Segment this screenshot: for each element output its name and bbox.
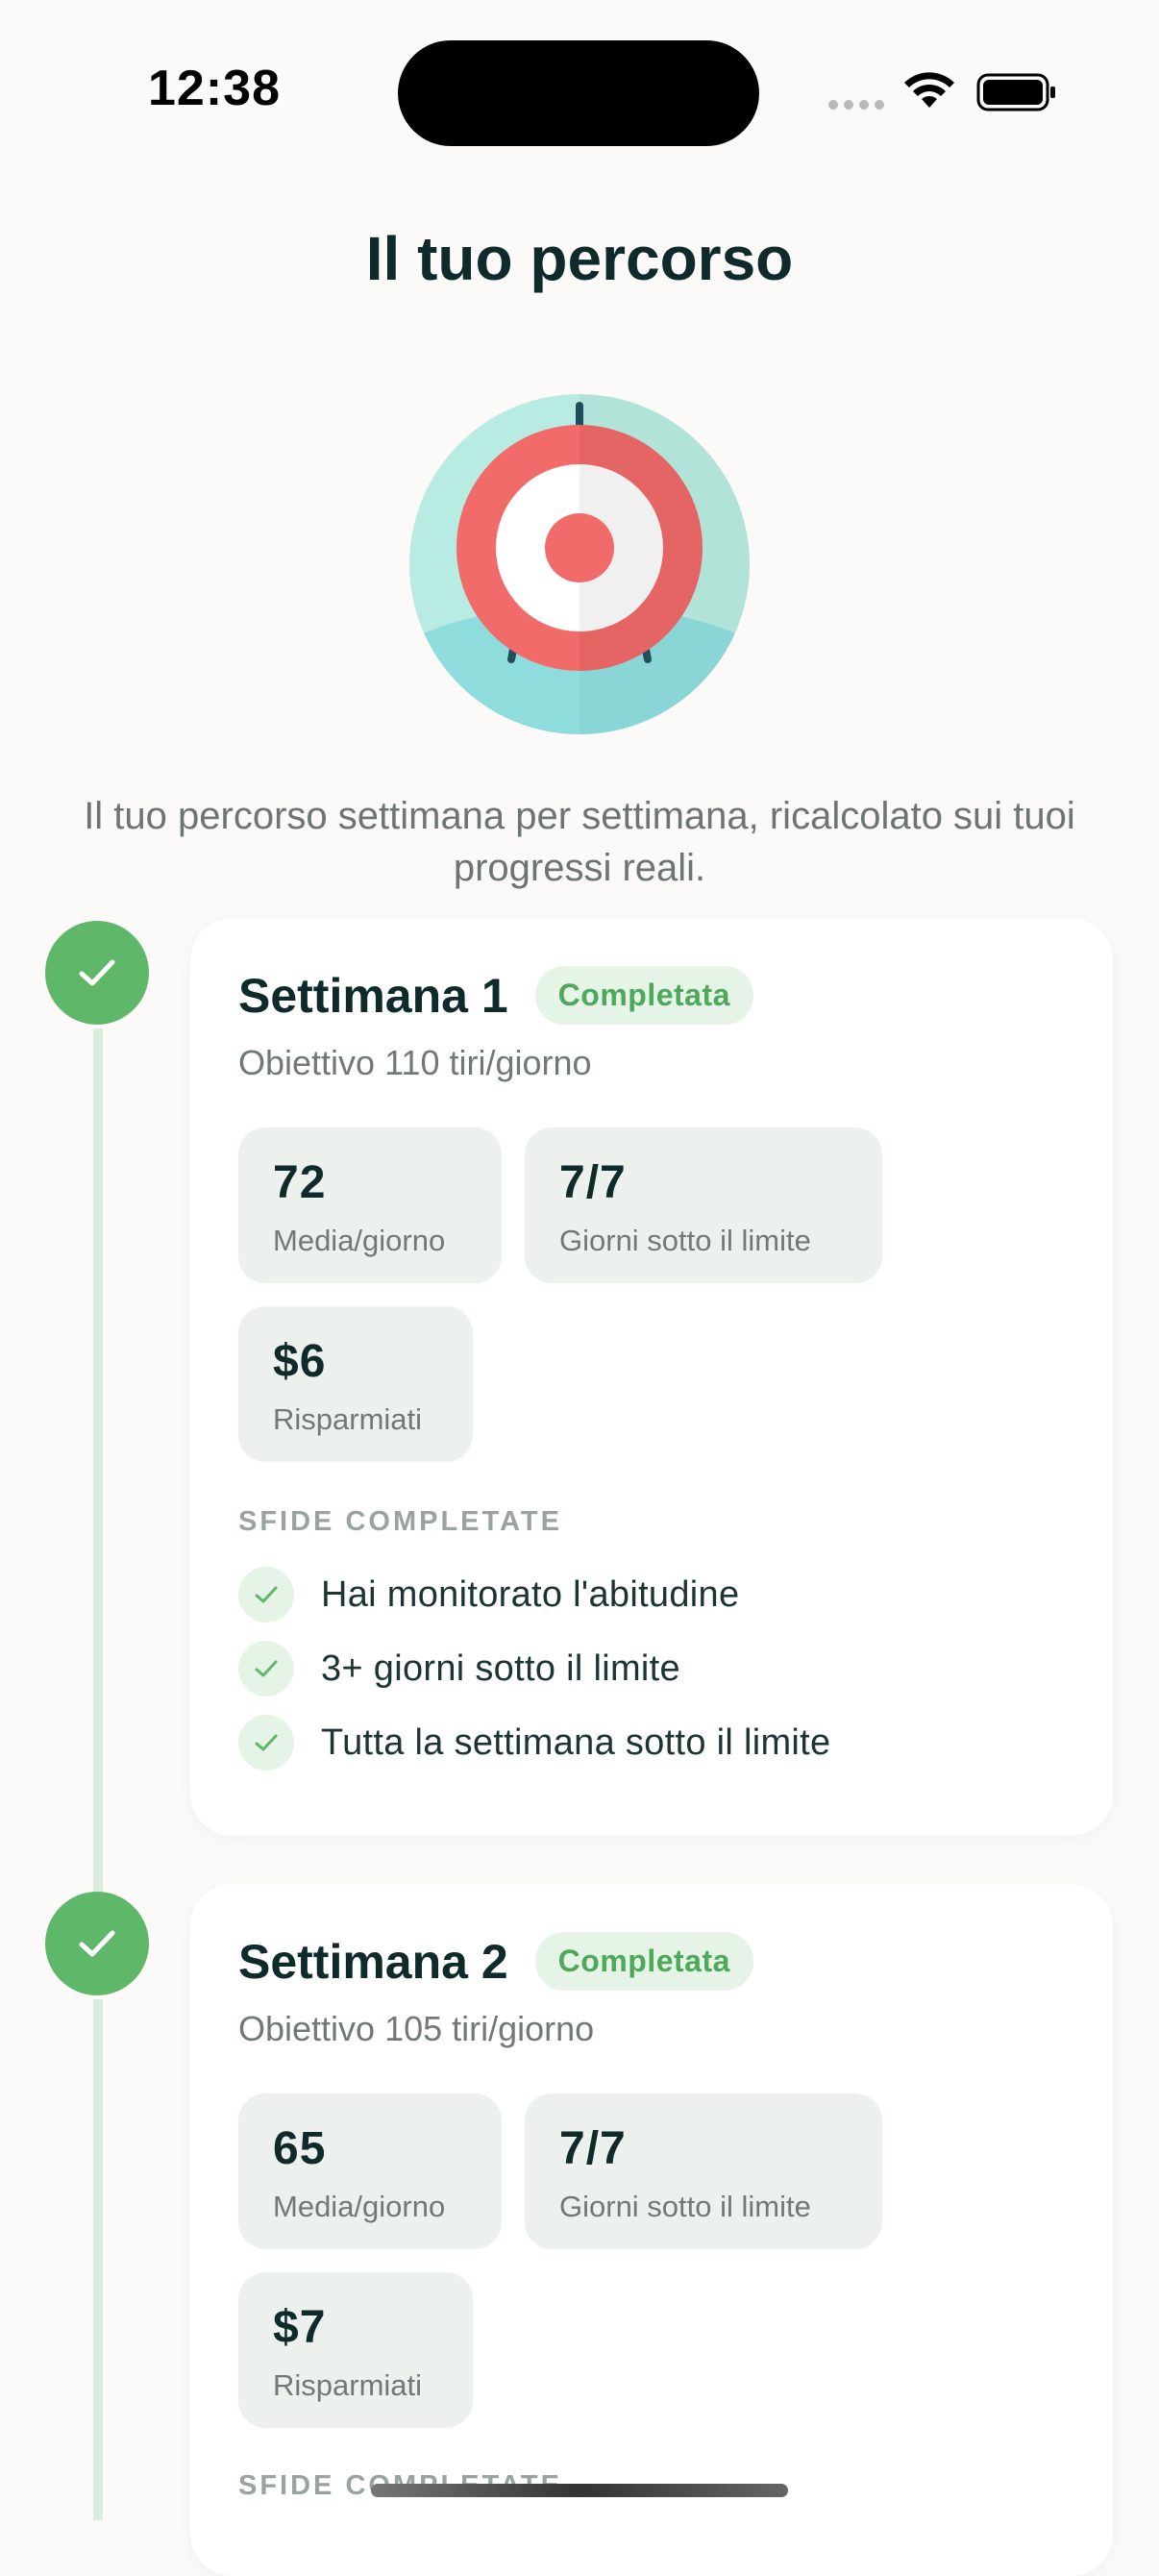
target-icon [409, 394, 750, 734]
challenge-item: 3+ giorni sotto il limite [238, 1641, 680, 1697]
stat-label: Giorni sotto il limite [559, 2190, 811, 2223]
intro-text: Il tuo percorso settimana per settimana,… [84, 795, 1075, 889]
check-icon [79, 1930, 115, 1957]
check-icon [79, 959, 115, 986]
week-card[interactable]: Settimana 1 Completata Obiettivo 110 tir… [190, 918, 1113, 1836]
section-label: SFIDE COMPLETATE [238, 1506, 562, 1537]
stat-days-under-limit: 7/7 Giorni sotto il limite [525, 2093, 882, 2249]
week-title: Settimana 2 [238, 1934, 508, 1989]
status-badge: Completata [534, 1932, 753, 1991]
stat-saved: $7 Risparmiati [238, 2272, 473, 2428]
stat-saved: $6 Risparmiati [238, 1306, 473, 1462]
stat-value: 7/7 [559, 2123, 627, 2174]
stat-label: Media/giorno [273, 1224, 446, 1257]
stat-days-under-limit: 7/7 Giorni sotto il limite [525, 1127, 882, 1283]
week-2-complete-node [45, 1892, 149, 1995]
home-indicator[interactable] [371, 2484, 788, 2497]
check-icon [238, 1715, 294, 1771]
week-goal: Obiettivo 110 tiri/giorno [238, 1043, 592, 1082]
stat-label: Risparmiati [273, 1402, 423, 1436]
stat-value: 7/7 [559, 1157, 627, 1208]
challenge-item: Tutta la settimana sotto il limite [238, 1715, 830, 1771]
timeline-line [93, 1028, 103, 1894]
week-card[interactable]: Settimana 2 Completata Obiettivo 105 tir… [190, 1884, 1113, 2576]
wifi-icon [904, 72, 954, 108]
stat-value: 72 [273, 1157, 327, 1208]
dynamic-island [398, 40, 759, 146]
week-goal: Obiettivo 105 tiri/giorno [238, 2009, 595, 2048]
challenge-item: Hai monitorato l'abitudine [238, 1567, 739, 1622]
check-icon [238, 1567, 294, 1622]
battery-icon [976, 73, 1055, 111]
cellular-signal-icon [828, 100, 884, 110]
status-badge: Completata [534, 966, 753, 1025]
stat-label: Media/giorno [273, 2190, 446, 2223]
challenge-text: 3+ giorni sotto il limite [321, 1647, 680, 1689]
timeline-line [93, 1999, 103, 2520]
stat-average: 65 Media/giorno [238, 2093, 502, 2249]
challenge-text: Tutta la settimana sotto il limite [321, 1721, 831, 1763]
week-title: Settimana 1 [238, 968, 508, 1023]
stat-value: $7 [273, 2302, 327, 2353]
week-1-complete-node [45, 921, 149, 1025]
status-time: 12:38 [148, 61, 281, 116]
stat-value: $6 [273, 1336, 327, 1387]
challenge-text: Hai monitorato l'abitudine [321, 1573, 740, 1615]
page-title: Il tuo percorso [365, 224, 794, 293]
stat-value: 65 [273, 2123, 327, 2174]
stat-label: Risparmiati [273, 2368, 423, 2402]
stat-label: Giorni sotto il limite [559, 1224, 811, 1257]
stat-average: 72 Media/giorno [238, 1127, 502, 1283]
check-icon [238, 1641, 294, 1697]
